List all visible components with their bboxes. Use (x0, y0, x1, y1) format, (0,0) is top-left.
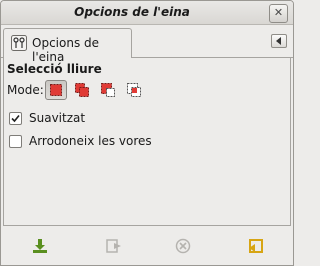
restore-options-icon (106, 239, 121, 253)
tab-label: Opcions de l'eina (32, 36, 100, 64)
window-title: Opcions de l'eina (74, 5, 190, 19)
add-to-selection-icon (75, 83, 89, 97)
tool-options-window: Opcions de l'eina ✕ Opcions de l'eina Se… (0, 0, 294, 266)
intersect-selection-icon (127, 83, 141, 97)
antialias-checkbox[interactable] (9, 112, 22, 125)
subtract-from-selection-icon (101, 83, 115, 97)
close-button[interactable]: ✕ (269, 4, 288, 23)
feather-edges-checkbox[interactable] (9, 135, 22, 148)
tab-menu-button[interactable] (271, 34, 287, 48)
delete-options-icon (175, 238, 191, 254)
tab-tool-options[interactable]: Opcions de l'eina (3, 28, 132, 64)
replace-selection-icon (50, 84, 62, 96)
feather-edges-label: Arrodoneix les vores (29, 134, 152, 148)
tool-options-icon (11, 35, 27, 54)
mode-replace-button[interactable] (45, 80, 67, 100)
antialias-label: Suavitzat (29, 111, 86, 125)
reset-options-button[interactable] (247, 237, 265, 255)
reset-options-icon (249, 239, 263, 253)
mode-intersect-button[interactable] (123, 80, 145, 100)
save-options-icon (33, 239, 47, 253)
checkmark-icon (11, 114, 20, 123)
tab-menu-arrow-icon (276, 37, 281, 45)
mode-subtract-button[interactable] (97, 80, 119, 100)
title-bar[interactable]: Opcions de l'eina ✕ (1, 1, 293, 25)
section-title: Selecció lliure (7, 62, 102, 76)
save-options-button[interactable] (31, 237, 49, 255)
delete-options-button[interactable] (174, 237, 192, 255)
mode-label: Mode: (7, 83, 44, 97)
mode-add-button[interactable] (71, 80, 93, 100)
restore-options-button[interactable] (105, 237, 123, 255)
